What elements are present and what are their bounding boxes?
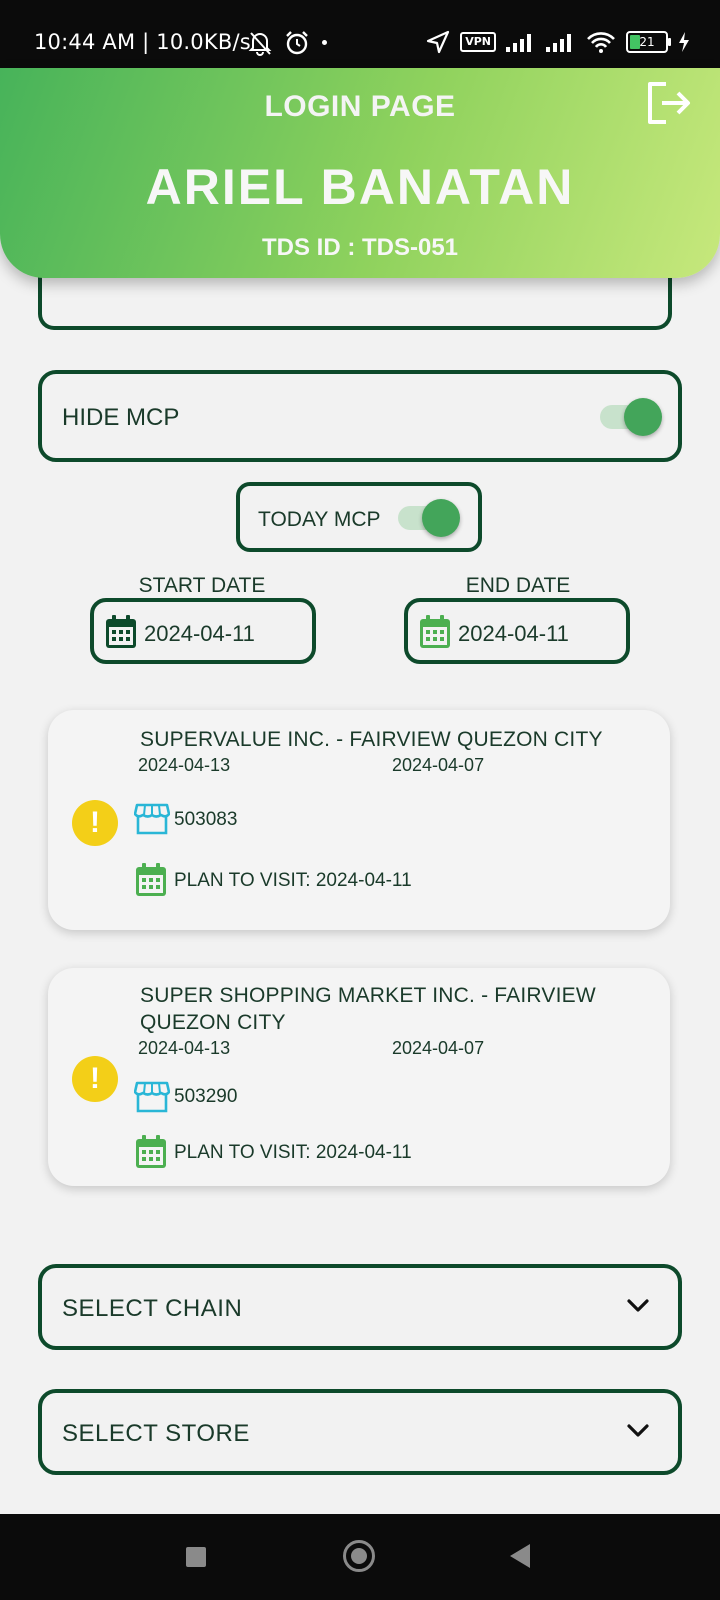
vpn-badge: VPN [460, 32, 496, 52]
start-date-value: 2024-04-11 [144, 621, 255, 646]
logout-icon[interactable] [644, 80, 694, 126]
start-date-field[interactable]: 2024-04-11 [90, 598, 316, 664]
signal-icon [546, 34, 571, 52]
store-code: 503083 [174, 809, 238, 830]
bell-off-icon [248, 32, 272, 56]
store-name: SUPER SHOPPING MARKET INC. - FAIRVIEW QU… [140, 984, 596, 1034]
select-store-label: SELECT STORE [62, 1420, 250, 1447]
calendar-icon [136, 1135, 166, 1168]
store-date-2: 2024-04-07 [392, 755, 485, 775]
user-name: ARIEL BANATAN [145, 159, 575, 215]
store-date-1: 2024-04-13 [138, 1038, 231, 1058]
location-icon [427, 30, 450, 54]
wifi-icon [587, 32, 615, 53]
chevron-down-icon [627, 1424, 649, 1437]
battery-level: 21 [639, 35, 655, 49]
chevron-down-icon [627, 1299, 649, 1312]
end-date-field[interactable]: 2024-04-11 [404, 598, 630, 664]
store-name: SUPERVALUE INC. - FAIRVIEW QUEZON CITY [140, 728, 603, 751]
status-bar: 10:44 AM | 10.0KB/s VPN 21 [0, 0, 720, 68]
store-icon [134, 1081, 170, 1113]
end-date-label: END DATE [465, 574, 571, 597]
back-button[interactable] [510, 1544, 530, 1568]
status-time: 10:44 AM | 10.0KB/s [34, 30, 251, 54]
store-card[interactable]: SUPERVALUE INC. - FAIRVIEW QUEZON CITY 2… [48, 710, 670, 930]
plan-to-visit: PLAN TO VISIT: 2024-04-11 [174, 1142, 412, 1163]
status-icons: VPN 21 [426, 30, 690, 54]
today-mcp-row[interactable]: TODAY MCP [236, 482, 482, 552]
calendar-icon [136, 863, 166, 896]
start-date-label: START DATE [138, 574, 266, 597]
store-date-2: 2024-04-07 [392, 1038, 485, 1058]
battery-icon: 21 [626, 31, 671, 53]
today-mcp-label: TODAY MCP [258, 508, 381, 531]
home-button[interactable] [343, 1540, 375, 1572]
plan-to-visit: PLAN TO VISIT: 2024-04-11 [174, 870, 412, 891]
profile-header: LOGIN PAGE ARIEL BANATAN TDS ID : TDS-05… [0, 68, 720, 278]
hide-mcp-row[interactable]: HIDE MCP [38, 370, 682, 462]
store-card[interactable]: SUPER SHOPPING MARKET INC. - FAIRVIEW QU… [48, 968, 670, 1186]
alarm-icon [286, 31, 308, 55]
page-title: LOGIN PAGE [264, 90, 456, 123]
select-store-dropdown[interactable]: SELECT STORE [38, 1389, 682, 1475]
hide-mcp-label: HIDE MCP [62, 404, 180, 431]
notification-dot [322, 40, 327, 45]
store-code: 503290 [174, 1086, 238, 1107]
warning-icon: ! [72, 1056, 118, 1102]
signal-icon [506, 34, 531, 52]
select-chain-dropdown[interactable]: SELECT CHAIN [38, 1264, 682, 1350]
system-nav-bar [0, 1514, 720, 1600]
charging-icon [679, 32, 689, 52]
calendar-icon [106, 615, 136, 648]
tds-id: TDS ID : TDS-051 [261, 234, 459, 261]
recents-button[interactable] [186, 1547, 206, 1567]
warning-icon: ! [72, 800, 118, 846]
calendar-icon [420, 615, 450, 648]
end-date-value: 2024-04-11 [458, 621, 569, 646]
store-icon [134, 803, 170, 835]
select-chain-label: SELECT CHAIN [62, 1295, 243, 1322]
store-date-1: 2024-04-13 [138, 755, 231, 775]
